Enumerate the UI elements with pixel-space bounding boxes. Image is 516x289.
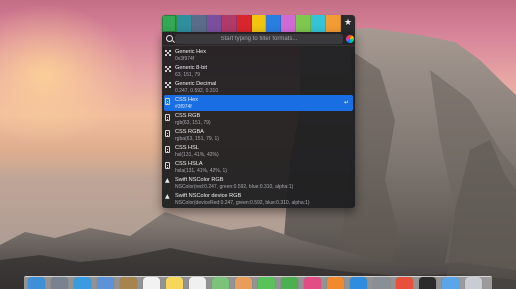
format-value: 0x3f974f	[175, 55, 195, 62]
swatch-purple[interactable]	[206, 15, 222, 32]
format-name: CSS RGB	[175, 113, 201, 119]
format-value: hsl(131, 41%, 42%)	[175, 151, 219, 158]
format-name: CSS HSLA	[175, 161, 203, 167]
swatch-magenta[interactable]	[221, 15, 237, 32]
swatch-orange[interactable]	[326, 15, 342, 32]
dock-folder-icon[interactable]	[442, 277, 459, 289]
dock-safari-icon[interactable]	[74, 277, 91, 289]
swatch-red[interactable]	[236, 15, 252, 32]
format-list: Generic Hex 0x3f974f Generic 8-bit 63, 151,…	[162, 47, 355, 207]
format-item[interactable]: CSS RGBA rgba(63, 151, 79, 1)	[162, 127, 355, 143]
format-item[interactable]: Generic Hex 0x3f974f	[162, 47, 355, 63]
format-name: Generic Hex	[175, 49, 207, 55]
format-value: hsla(131, 41%, 42%, 1)	[175, 167, 227, 174]
format-item[interactable]: ▲ Swift NSColor RGB NSColor(red:0.247, gre…	[162, 175, 355, 191]
dock-terminal-icon[interactable]	[419, 277, 436, 289]
format-value: 0.247, 0.592, 0.310	[175, 87, 219, 94]
grid-icon	[165, 66, 171, 72]
dock-notes-icon[interactable]	[166, 277, 183, 289]
swatch-cyan[interactable]	[311, 15, 327, 32]
format-name: CSS HSL	[175, 145, 199, 151]
format-value: rgb(63, 151, 79)	[175, 119, 211, 126]
format-name: Swift NSColor device RGB	[175, 193, 242, 199]
format-name: CSS Hex	[175, 97, 199, 103]
format-value: 63, 151, 79	[175, 71, 201, 78]
dock-ibooks-icon[interactable]	[327, 277, 344, 289]
star-icon[interactable]: ★	[341, 15, 355, 32]
format-name: Generic 8-bit	[175, 65, 208, 71]
format-item[interactable]: CSS Hex #3f974f ↵	[164, 95, 353, 111]
grid-icon	[165, 82, 171, 88]
dock-calendar-icon[interactable]	[143, 277, 160, 289]
swatch-teal[interactable]	[176, 15, 192, 32]
color-format-popup: Generic Hex0x3f974fGeneric 8-bit63, 151,…	[162, 32, 355, 208]
dock-maps-icon[interactable]	[212, 277, 229, 289]
dock-mail-icon[interactable]	[97, 277, 114, 289]
format-value: NSColor(red:0.247, green:0.592, blue:0.3…	[175, 183, 294, 190]
swift-icon: ▲	[165, 177, 170, 184]
dock-reminders-icon[interactable]	[189, 277, 206, 289]
css-icon	[165, 114, 170, 121]
format-item[interactable]: CSS RGB rgb(63, 151, 79)	[162, 111, 355, 127]
dock-contacts-icon[interactable]	[120, 277, 137, 289]
dock-color-picker-icon[interactable]	[396, 277, 413, 289]
dock	[24, 276, 492, 289]
format-value: rgba(63, 151, 79, 1)	[175, 135, 219, 142]
dock-app-store-icon[interactable]	[350, 277, 367, 289]
format-item[interactable]: Generic 8-bit 63, 151, 79	[162, 63, 355, 79]
dock-facetime-icon[interactable]	[281, 277, 298, 289]
search-icon	[166, 35, 173, 42]
dock-messages-icon[interactable]	[258, 277, 275, 289]
dock-system-preferences-icon[interactable]	[373, 277, 390, 289]
dock-itunes-icon[interactable]	[304, 277, 321, 289]
color-wheel-icon[interactable]	[346, 35, 354, 43]
swatch-slate[interactable]	[191, 15, 207, 32]
swift-icon: ▲	[165, 193, 170, 200]
dock-finder-icon[interactable]	[28, 277, 45, 289]
css-icon	[165, 98, 170, 105]
format-name: CSS RGBA	[175, 129, 204, 135]
format-name: Generic Decimal	[175, 81, 217, 87]
dock-trash-icon[interactable]	[465, 277, 482, 289]
dock-photos-icon[interactable]	[235, 277, 252, 289]
grid-icon	[165, 50, 171, 56]
dock-launchpad-icon[interactable]	[51, 277, 68, 289]
search-row	[162, 32, 355, 46]
swatch-lime[interactable]	[296, 15, 312, 32]
css-icon	[165, 162, 170, 169]
return-key-icon: ↵	[343, 99, 349, 106]
color-swatch-bar: ★	[162, 15, 355, 32]
css-icon	[165, 130, 170, 137]
format-item[interactable]: Generic Decimal 0.247, 0.592, 0.310	[162, 79, 355, 95]
format-value: #3f974f	[175, 103, 192, 110]
swatch-blue[interactable]	[266, 15, 282, 32]
format-value: NSColor(deviceRed:0.247, green:0.592, bl…	[175, 199, 310, 206]
format-item[interactable]: CSS HSL hsl(131, 41%, 42%)	[162, 143, 355, 159]
format-search-input[interactable]	[175, 34, 343, 44]
swatch-green[interactable]	[162, 15, 177, 32]
swatch-pink[interactable]	[281, 15, 297, 32]
format-item[interactable]: CSS HSLA hsla(131, 41%, 42%, 1)	[162, 159, 355, 175]
format-item[interactable]: ▲ Swift NSColor device RGB NSColor(deviceR…	[162, 191, 355, 207]
swatch-yellow[interactable]	[251, 15, 267, 32]
css-icon	[165, 146, 170, 153]
format-name: Swift NSColor RGB	[175, 177, 224, 183]
